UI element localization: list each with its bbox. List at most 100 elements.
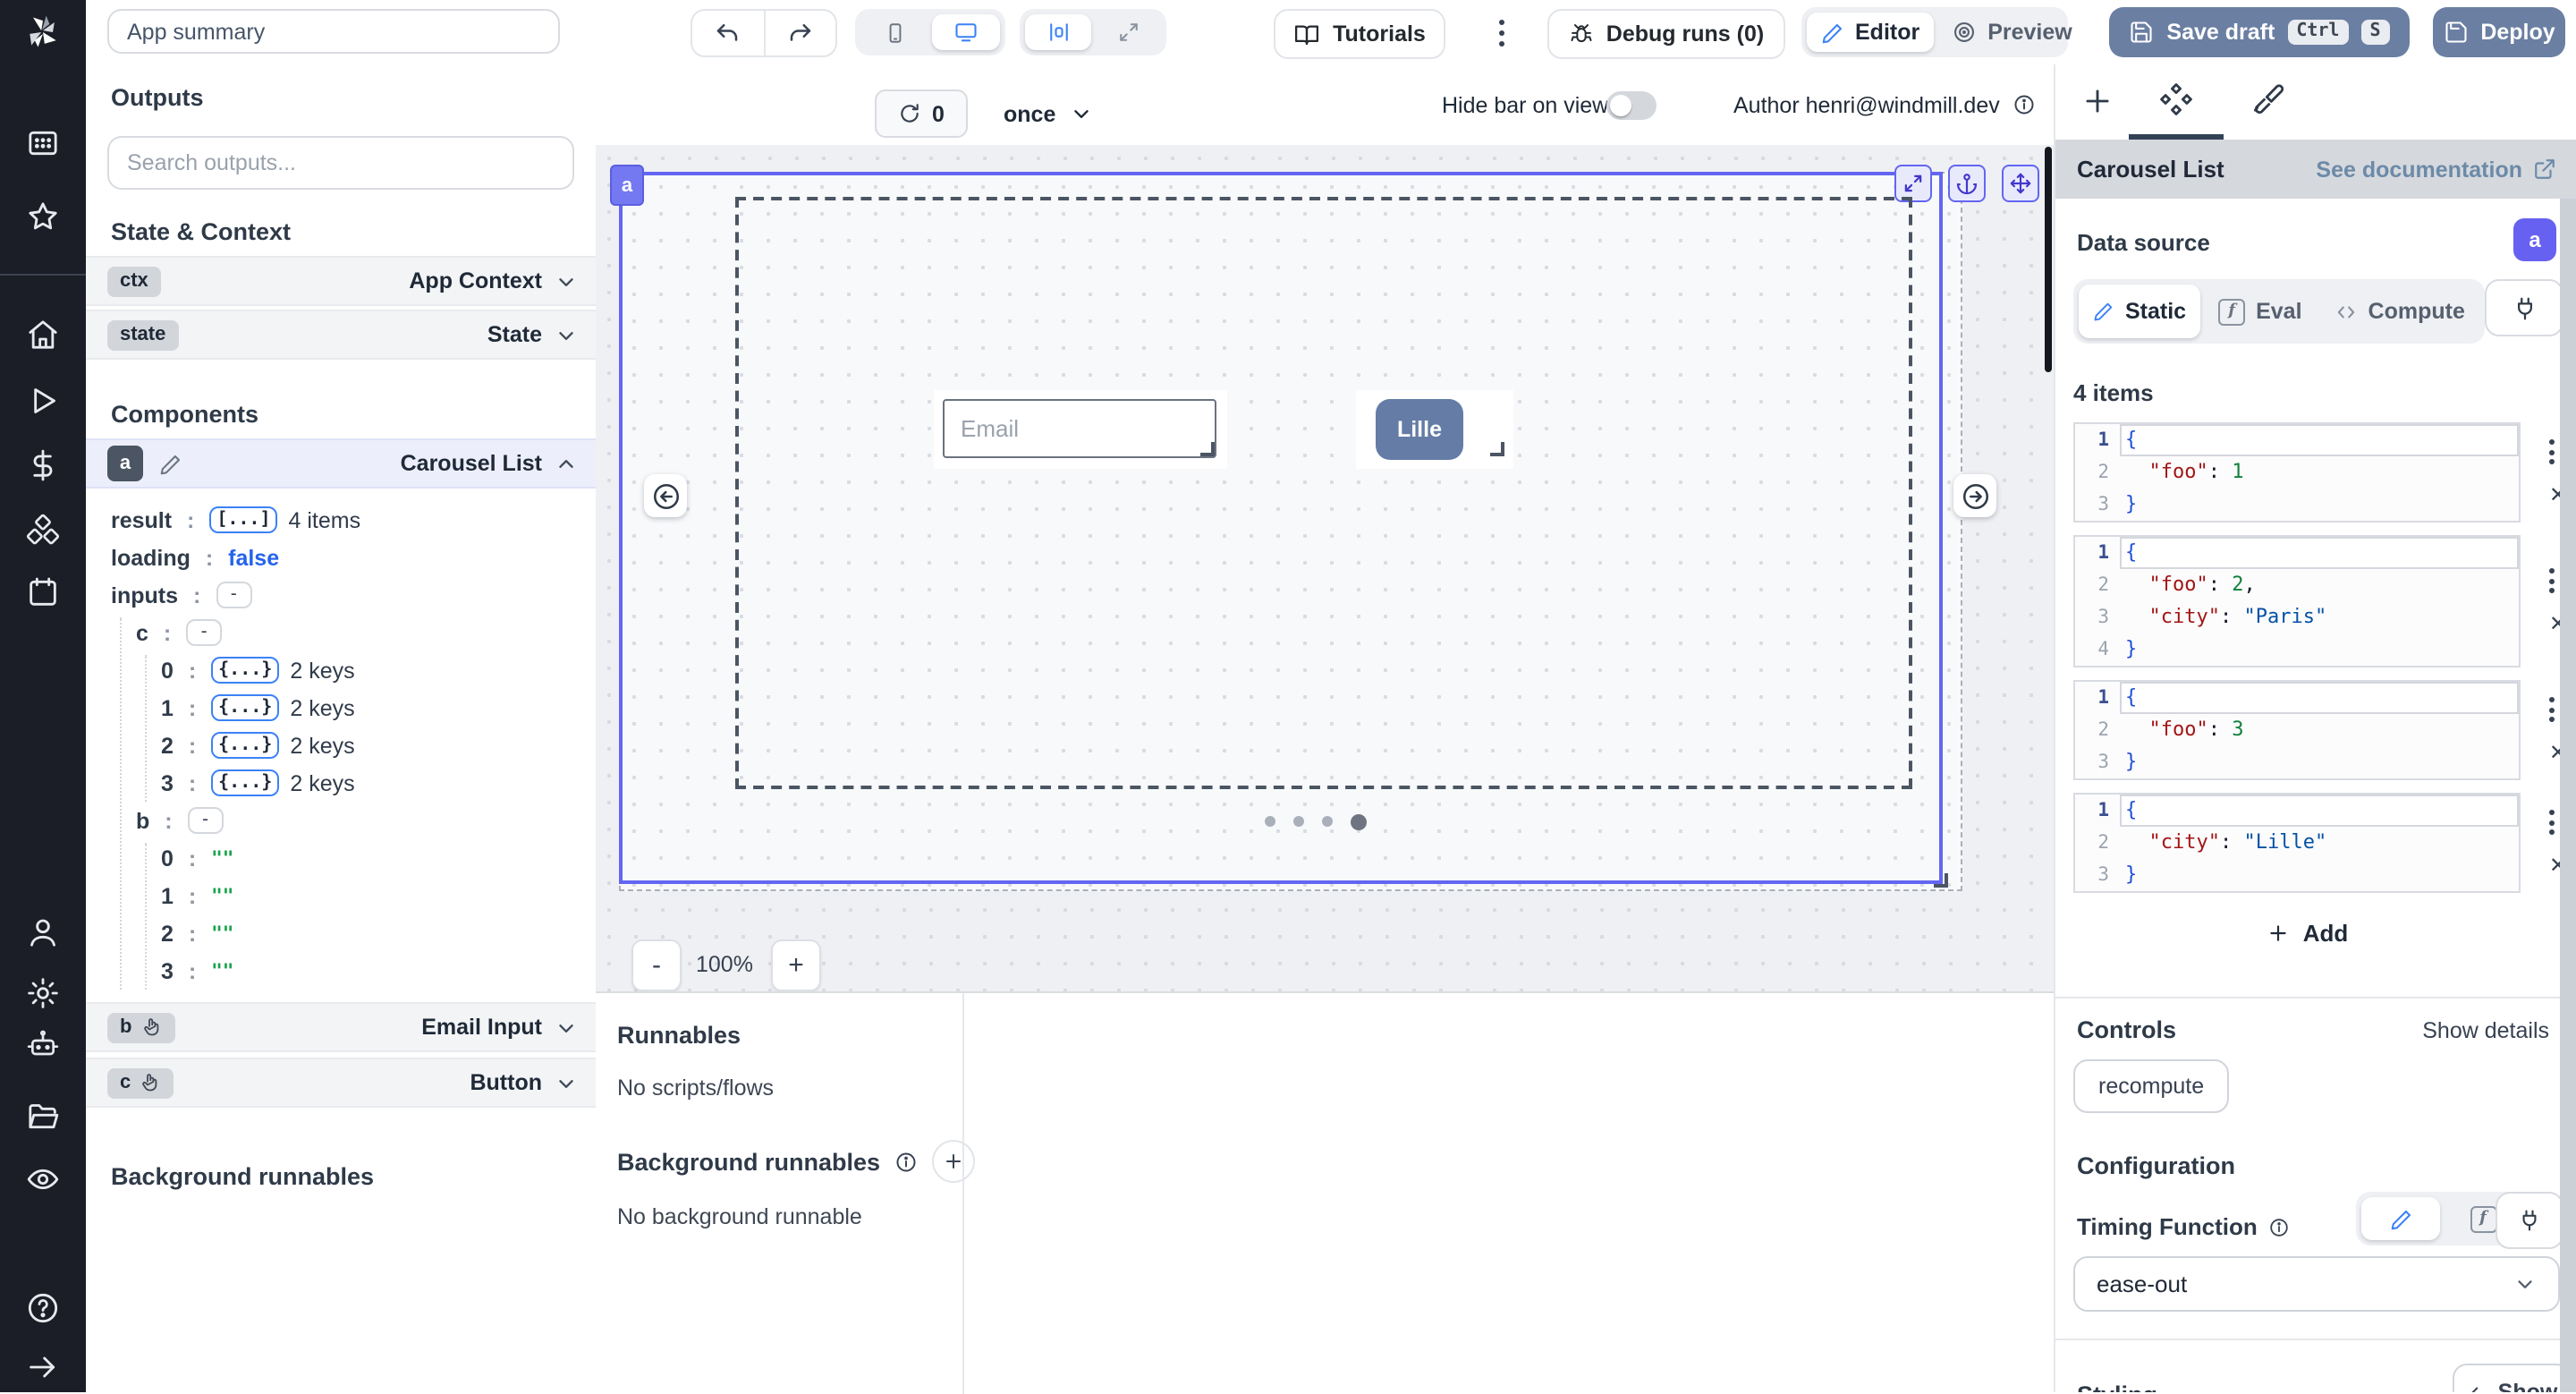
- recompute-button[interactable]: recompute: [2073, 1059, 2229, 1113]
- desktop-view-button[interactable]: [932, 14, 1000, 50]
- show-styling-button[interactable]: Show: [2453, 1364, 2571, 1392]
- button-component[interactable]: Lille: [1376, 399, 1463, 460]
- timing-connect-button[interactable]: [2496, 1192, 2563, 1249]
- component-b-row[interactable]: b Email Input: [86, 1002, 596, 1052]
- timing-function-label: Timing Function: [2077, 1213, 2258, 1240]
- runs-play-icon[interactable]: [25, 383, 61, 419]
- timing-static-tab[interactable]: [2361, 1197, 2440, 1240]
- json-item-editor[interactable]: 1234{ "foo": 2, "city": "Paris"}: [2073, 535, 2521, 667]
- insert-component-tab[interactable]: [2080, 84, 2114, 118]
- tree-expand-toggle[interactable]: -: [188, 807, 224, 834]
- add-background-runnable-button[interactable]: [932, 1140, 975, 1183]
- tutorials-button[interactable]: Tutorials: [1274, 9, 1445, 59]
- chevron-up-icon[interactable]: [555, 452, 578, 475]
- search-outputs-input[interactable]: Search outputs...: [107, 136, 574, 190]
- schedules-calendar-icon[interactable]: [25, 574, 61, 610]
- debug-runs-button[interactable]: Debug runs (0): [1547, 9, 1785, 59]
- workers-robot-icon[interactable]: [25, 1027, 61, 1063]
- zoom-in-button[interactable]: +: [771, 939, 821, 991]
- chevron-down-icon[interactable]: [555, 269, 578, 293]
- favorites-star-icon[interactable]: [25, 199, 61, 234]
- anchor-component-button[interactable]: [1948, 165, 1986, 202]
- tree-expand-toggle[interactable]: [...]: [209, 506, 277, 533]
- add-item-button[interactable]: Add: [2055, 920, 2560, 947]
- info-icon[interactable]: [894, 1150, 918, 1173]
- tree-expand-toggle[interactable]: -: [186, 619, 222, 646]
- connect-data-source-button[interactable]: [2485, 279, 2563, 336]
- carousel-prev-button[interactable]: [644, 474, 687, 517]
- users-icon[interactable]: [25, 914, 61, 950]
- carousel-dot[interactable]: [1351, 813, 1367, 829]
- carousel-dot[interactable]: [1265, 816, 1275, 827]
- apps-icon[interactable]: [25, 125, 61, 161]
- hide-bar-toggle[interactable]: [1606, 91, 1657, 120]
- zoom-out-button[interactable]: -: [631, 939, 682, 991]
- component-a-row[interactable]: a Carousel List: [86, 438, 596, 489]
- chevron-down-icon[interactable]: [555, 1071, 578, 1094]
- timing-function-select[interactable]: ease-out: [2073, 1256, 2560, 1312]
- info-icon[interactable]: [2012, 93, 2036, 116]
- tree-expand-toggle[interactable]: {...}: [211, 769, 279, 796]
- home-icon[interactable]: [25, 317, 61, 353]
- component-c-row[interactable]: c Button: [86, 1058, 596, 1108]
- tree-key: 3: [161, 958, 174, 983]
- center-canvas-button[interactable]: [1025, 14, 1091, 50]
- folders-icon[interactable]: [25, 1099, 61, 1135]
- component-settings-tab[interactable]: [2157, 81, 2195, 118]
- ctx-row[interactable]: ctx App Context: [86, 256, 596, 306]
- settings-gear-icon[interactable]: [25, 975, 61, 1011]
- more-menu-button[interactable]: [1488, 11, 1513, 54]
- tree-expand-toggle[interactable]: {...}: [211, 732, 279, 759]
- json-item-editor[interactable]: 123{ "foo": 3}: [2073, 680, 2521, 780]
- chevron-down-icon[interactable]: [555, 323, 578, 346]
- show-details-link[interactable]: Show details: [2422, 1018, 2549, 1043]
- canvas-scrollbar[interactable]: [2045, 147, 2052, 372]
- variables-dollar-icon[interactable]: [25, 447, 61, 483]
- windmill-logo-icon[interactable]: [23, 13, 63, 52]
- carousel-next-button[interactable]: [1953, 474, 1996, 517]
- chevron-down-icon[interactable]: [555, 1016, 578, 1039]
- pencil-icon: [2389, 1207, 2412, 1230]
- plug-icon: [2511, 294, 2538, 321]
- arrow-right-circle-icon: [1960, 480, 1990, 511]
- resources-boxes-icon[interactable]: [25, 512, 61, 548]
- deploy-button[interactable]: Deploy: [2433, 7, 2565, 57]
- frame-resize-handle[interactable]: [1934, 873, 1948, 888]
- state-row[interactable]: state State: [86, 310, 596, 360]
- save-draft-button[interactable]: Save draft Ctrl S: [2109, 7, 2410, 57]
- mobile-view-button[interactable]: [860, 14, 928, 50]
- json-item-editor[interactable]: 123{ "city": "Lille"}: [2073, 793, 2521, 893]
- info-icon[interactable]: [2268, 1216, 2290, 1237]
- email-input-component[interactable]: Email: [943, 399, 1216, 458]
- expand-rail-arrow-icon[interactable]: [25, 1349, 61, 1385]
- preview-tab[interactable]: Preview: [1937, 13, 2087, 52]
- full-width-button[interactable]: [1095, 14, 1161, 50]
- refresh-counter-button[interactable]: 0: [875, 89, 968, 138]
- tree-expand-toggle[interactable]: {...}: [211, 694, 279, 721]
- tree-expand-toggle[interactable]: -: [216, 582, 251, 608]
- redo-button[interactable]: [765, 20, 835, 47]
- static-mode-tab[interactable]: Static: [2079, 285, 2200, 338]
- app-summary-input[interactable]: App summary: [107, 9, 560, 54]
- audit-eye-icon[interactable]: [25, 1161, 61, 1197]
- see-documentation-link[interactable]: See documentation: [2316, 157, 2556, 182]
- help-icon[interactable]: [25, 1290, 61, 1326]
- eval-mode-tab[interactable]: f Eval: [2204, 285, 2316, 338]
- carousel-dot[interactable]: [1293, 816, 1304, 827]
- carousel-dot[interactable]: [1322, 816, 1333, 827]
- resize-handle[interactable]: [1490, 442, 1504, 456]
- editor-tab[interactable]: Editor: [1807, 13, 1934, 52]
- pointer-hand-icon: [140, 1072, 161, 1093]
- resize-handle[interactable]: [1200, 442, 1215, 456]
- tree-expand-toggle[interactable]: {...}: [211, 657, 279, 684]
- code-line: "city": "Paris": [2120, 601, 2519, 633]
- frequency-select[interactable]: once: [1004, 89, 1093, 138]
- app-canvas[interactable]: a Email Lille - 100% +: [596, 145, 2054, 991]
- styling-tab[interactable]: [2250, 82, 2286, 118]
- undo-button[interactable]: [692, 20, 763, 47]
- panel-scrollbar[interactable]: [2560, 199, 2576, 1392]
- move-component-button[interactable]: [2002, 165, 2039, 202]
- edit-id-pencil-icon[interactable]: [159, 452, 182, 475]
- json-item-editor[interactable]: 123{ "foo": 1}: [2073, 422, 2521, 523]
- compute-mode-tab[interactable]: Compute: [2320, 285, 2479, 338]
